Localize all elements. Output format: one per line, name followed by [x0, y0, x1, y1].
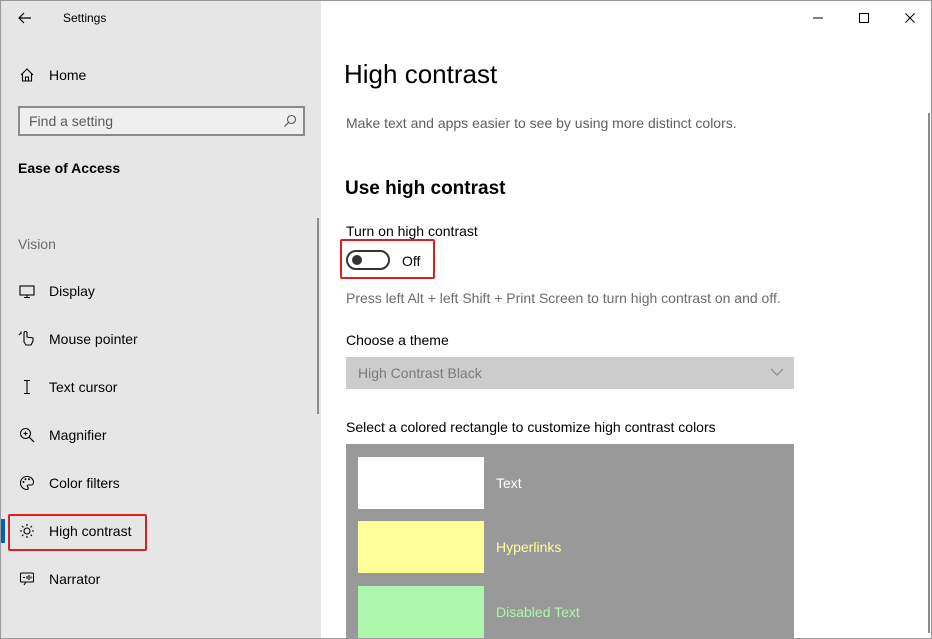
sidebar-item-label: Mouse pointer — [49, 331, 138, 347]
mouse-pointer-icon — [18, 330, 36, 348]
sidebar-item-label: Text cursor — [49, 379, 118, 395]
sidebar: Settings Home Ease of Access Vision — [1, 1, 321, 638]
search-box[interactable] — [18, 106, 305, 136]
settings-window: Settings Home Ease of Access Vision — [0, 0, 932, 639]
swatch-row-text: Text — [358, 457, 778, 509]
search-icon[interactable] — [283, 114, 297, 128]
swatch-row-hyperlinks: Hyperlinks — [358, 521, 778, 573]
chevron-down-icon — [770, 368, 784, 376]
theme-dropdown-value: High Contrast Black — [358, 365, 482, 381]
narrator-icon — [18, 570, 36, 588]
maximize-icon — [859, 13, 869, 23]
home-icon — [18, 66, 36, 84]
page-description: Make text and apps easier to see by usin… — [346, 115, 737, 131]
toggle-state-text: Off — [402, 253, 421, 269]
close-button[interactable] — [887, 1, 931, 35]
toggle-knob — [352, 255, 362, 265]
shortcut-hint: Press left Alt + left Shift + Print Scre… — [346, 290, 781, 306]
text-color-swatch[interactable] — [358, 457, 484, 509]
sidebar-item-label: Narrator — [49, 571, 101, 587]
minimize-button[interactable] — [795, 1, 841, 35]
minimize-icon — [813, 17, 823, 19]
app-title: Settings — [63, 11, 107, 25]
theme-dropdown[interactable]: High Contrast Black — [346, 357, 794, 389]
sidebar-item-magnifier[interactable]: Magnifier — [1, 415, 321, 455]
main-content: High contrast Make text and apps easier … — [321, 1, 931, 638]
theme-label: Choose a theme — [346, 332, 449, 348]
magnifier-icon — [18, 426, 36, 444]
sidebar-item-label: Display — [49, 283, 95, 299]
swatch-row-disabled-text: Disabled Text — [358, 586, 778, 638]
maximize-button[interactable] — [841, 1, 887, 35]
back-arrow-icon — [18, 12, 31, 24]
group-label-vision: Vision — [18, 236, 56, 252]
sidebar-item-label: Home — [49, 67, 87, 83]
section-title: Ease of Access — [18, 160, 121, 176]
high-contrast-toggle[interactable] — [346, 250, 390, 270]
sidebar-item-narrator[interactable]: Narrator — [1, 559, 321, 599]
sidebar-item-home[interactable]: Home — [1, 59, 321, 91]
disabled-text-color-swatch[interactable] — [358, 586, 484, 638]
sidebar-item-mouse-pointer[interactable]: Mouse pointer — [1, 319, 321, 359]
color-swatch-panel: Text Hyperlinks Disabled Text — [346, 444, 794, 638]
sidebar-item-label: Color filters — [49, 475, 120, 491]
back-button[interactable] — [11, 6, 39, 30]
swatch-label: Hyperlinks — [496, 539, 562, 555]
swatch-label: Disabled Text — [496, 604, 580, 620]
active-indicator — [1, 519, 5, 543]
swatch-label: Text — [496, 475, 522, 491]
section-heading: Use high contrast — [345, 178, 506, 199]
sidebar-scrollbar[interactable] — [317, 218, 319, 414]
sidebar-item-color-filters[interactable]: Color filters — [1, 463, 321, 503]
close-icon — [905, 13, 915, 23]
search-input[interactable] — [20, 108, 270, 134]
sidebar-item-high-contrast[interactable]: High contrast — [1, 511, 321, 551]
sidebar-item-label: Magnifier — [49, 427, 107, 443]
colors-label: Select a colored rectangle to customize … — [346, 419, 716, 435]
title-bar: Settings — [1, 1, 321, 35]
text-cursor-icon — [18, 378, 36, 396]
toggle-label: Turn on high contrast — [346, 223, 478, 239]
sun-icon — [18, 522, 36, 540]
color-filters-icon — [18, 474, 36, 492]
main-scrollbar[interactable] — [928, 113, 930, 633]
sidebar-item-display[interactable]: Display — [1, 271, 321, 311]
hyperlinks-color-swatch[interactable] — [358, 521, 484, 573]
sidebar-item-text-cursor[interactable]: Text cursor — [1, 367, 321, 407]
page-title: High contrast — [344, 59, 498, 89]
monitor-icon — [18, 282, 36, 300]
sidebar-item-label: High contrast — [49, 523, 132, 539]
